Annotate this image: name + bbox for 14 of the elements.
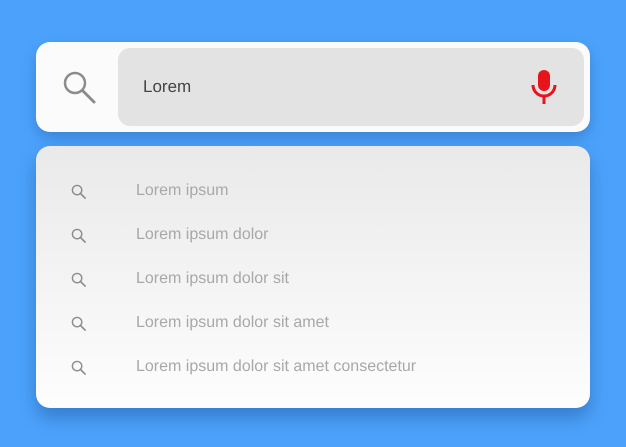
suggestion-item[interactable]: Lorem ipsum	[136, 182, 228, 200]
search-icon	[71, 184, 86, 198]
suggestion-item[interactable]: Lorem ipsum dolor sit amet consectetur	[136, 358, 416, 376]
suggestion-item[interactable]: Lorem ipsum dolor sit amet	[136, 314, 329, 332]
search-value: Lorem	[143, 77, 192, 97]
search-field[interactable]: Lorem	[118, 48, 584, 126]
search-icon	[71, 360, 86, 374]
search-icon[interactable]	[62, 70, 96, 104]
microphone-icon[interactable]	[530, 69, 558, 105]
search-icon	[71, 272, 86, 286]
suggestion-item[interactable]: Lorem ipsum dolor sit	[136, 270, 289, 288]
search-icon	[71, 316, 86, 330]
suggestion-item[interactable]: Lorem ipsum dolor	[136, 226, 268, 244]
search-icon	[71, 228, 86, 242]
